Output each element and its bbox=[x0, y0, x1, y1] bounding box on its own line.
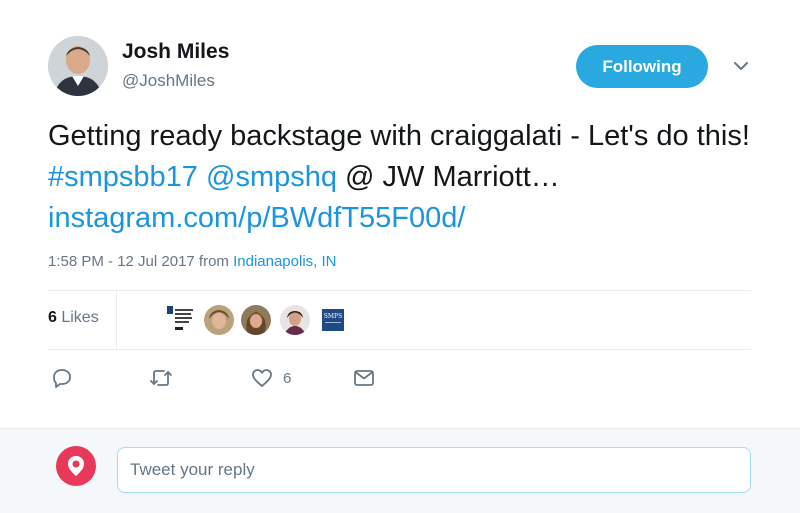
tweet-text-location: @ JW Marriott… bbox=[336, 161, 560, 193]
location-link[interactable]: Indianapolis, IN bbox=[233, 253, 336, 270]
liker-avatar[interactable] bbox=[204, 305, 234, 335]
tweet-metadata: 1:58 PM - 12 Jul 2017 from Indianapolis,… bbox=[48, 253, 337, 270]
reply-icon[interactable] bbox=[51, 366, 73, 390]
likes-stat[interactable]: 6 Likes bbox=[48, 309, 99, 327]
url-link[interactable]: instagram.com/p/BWdfT55F00d/ bbox=[48, 202, 465, 234]
like-button[interactable]: 6 bbox=[251, 366, 291, 390]
liker-avatar[interactable] bbox=[280, 305, 310, 335]
likes-count: 6 bbox=[48, 309, 57, 326]
liker-avatar-smps-utah[interactable] bbox=[166, 305, 196, 335]
liker-avatar[interactable] bbox=[241, 305, 271, 335]
divider bbox=[48, 290, 751, 291]
liker-avatar-smps[interactable]: SMPS bbox=[318, 305, 348, 335]
like-count: 6 bbox=[283, 369, 292, 387]
chevron-down-icon[interactable] bbox=[731, 56, 751, 76]
retweet-icon[interactable] bbox=[149, 366, 173, 390]
reply-placeholder: Tweet your reply bbox=[130, 460, 255, 479]
svg-text:SMPS: SMPS bbox=[324, 313, 342, 320]
reply-input[interactable]: Tweet your reply bbox=[117, 447, 751, 493]
mention-link[interactable]: @smpshq bbox=[206, 161, 337, 193]
stats-divider bbox=[116, 291, 117, 349]
user-name[interactable]: Josh Miles bbox=[122, 40, 229, 64]
periscope-icon bbox=[56, 446, 96, 486]
direct-message-icon[interactable] bbox=[353, 366, 375, 390]
heart-icon bbox=[252, 369, 272, 387]
tweet-text-body: Getting ready backstage with craiggalati… bbox=[48, 120, 750, 152]
divider bbox=[48, 349, 751, 350]
avatar[interactable] bbox=[48, 36, 108, 96]
hashtag-link[interactable]: #smpsbb17 bbox=[48, 161, 198, 193]
tweet-text: Getting ready backstage with craiggalati… bbox=[48, 116, 768, 239]
likes-label: Likes bbox=[56, 309, 99, 326]
user-handle[interactable]: @JoshMiles bbox=[122, 71, 215, 91]
following-button[interactable]: Following bbox=[576, 45, 708, 88]
tweet-timestamp[interactable]: 1:58 PM - 12 Jul 2017 from bbox=[48, 253, 233, 270]
